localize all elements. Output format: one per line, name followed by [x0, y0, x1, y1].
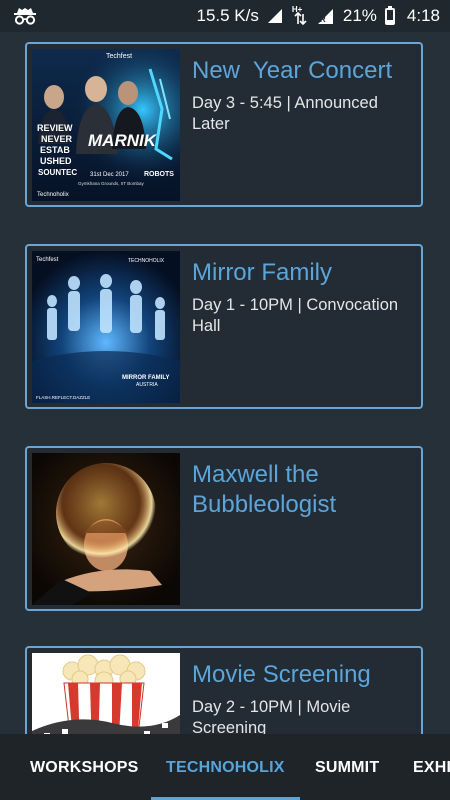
roaming-badge: R — [319, 15, 326, 24]
network-speed: 15.5 K/s — [196, 6, 259, 25]
event-poster-maxwell — [32, 453, 180, 605]
poster-venue-line: Gymkhana Grounds, IIT Bombay — [78, 181, 144, 186]
event-subtitle: Day 3 - 5:45 | Announced Later — [192, 94, 378, 133]
mirror-family-poster-art: Techfest TECHNOHOLIX MIRROR FAMILY AUSTR… — [32, 251, 180, 403]
poster-brand: Techfest — [36, 257, 59, 263]
poster-date-line: 31st Dec 2017 — [90, 172, 129, 178]
concert-poster-art: Techfest REVIEW NEVER ESTAB USHED MARNIK… — [32, 49, 180, 201]
status-bar: 15.5 K/s H+ R 21% 4:18 — [0, 0, 450, 32]
signal-roaming-icon: R — [317, 7, 335, 25]
poster-side-text-2: NEVER — [41, 134, 73, 144]
incognito-icon — [12, 6, 38, 31]
tab-technoholix[interactable]: TECHNOHOLIX — [166, 759, 285, 777]
tab-exhibitions[interactable]: EXHI — [413, 759, 450, 777]
event-subtitle: Day 2 - 10PM | Movie Screening — [192, 698, 351, 734]
popcorn-poster-art — [32, 653, 180, 734]
event-title: New Year Concert — [192, 57, 393, 84]
signal-icon — [267, 8, 283, 24]
event-poster-new-year-concert: Techfest REVIEW NEVER ESTAB USHED MARNIK… — [32, 49, 180, 201]
event-title: Maxwell the Bubbleologist — [192, 461, 337, 518]
event-title: Movie Screening — [192, 661, 371, 688]
event-card-mirror-family[interactable]: Techfest TECHNOHOLIX MIRROR FAMILY AUSTR… — [25, 244, 423, 409]
poster-country: AUSTRIA — [136, 382, 158, 388]
poster-side-text-3: ESTAB — [40, 145, 70, 155]
poster-footer: Technoholix — [37, 192, 69, 198]
poster-tagline: FLASH.REFLECT.DAZZLE — [36, 395, 90, 400]
poster-top-right: TECHNOHOLIX — [128, 258, 165, 264]
event-poster-movie-screening — [32, 653, 180, 734]
event-poster-mirror-family: Techfest TECHNOHOLIX MIRROR FAMILY AUSTR… — [32, 251, 180, 403]
poster-support-left: SOUNTEC — [38, 168, 77, 177]
clock: 4:18 — [406, 6, 440, 25]
category-tab-bar: WORKSHOPS TECHNOHOLIX SUMMIT EXHI — [0, 734, 450, 800]
tab-summit[interactable]: SUMMIT — [315, 759, 379, 777]
poster-side-text-4: USHED — [40, 156, 72, 166]
poster-headliner: MARNIK — [88, 131, 158, 150]
data-arrows-icon: H+ — [291, 4, 309, 28]
event-title: Mirror Family — [192, 259, 332, 286]
tab-workshops[interactable]: WORKSHOPS — [30, 759, 138, 777]
poster-side-text-1: REVIEW — [37, 123, 73, 133]
event-card-new-year-concert[interactable]: Techfest REVIEW NEVER ESTAB USHED MARNIK… — [25, 42, 423, 207]
battery-percent: 21% — [342, 6, 377, 25]
event-subtitle: Day 1 - 10PM | Convocation Hall — [192, 296, 399, 335]
bubble-poster-art — [32, 453, 180, 605]
event-list[interactable]: Techfest REVIEW NEVER ESTAB USHED MARNIK… — [0, 32, 450, 734]
event-card-maxwell-bubbleologist[interactable]: Maxwell the Bubbleologist — [25, 446, 423, 611]
event-card-movie-screening[interactable]: Movie Screening Day 2 - 10PM | Movie Scr… — [25, 646, 423, 734]
battery-icon — [384, 5, 395, 25]
poster-support-right: ROBOTS — [144, 171, 174, 178]
poster-brand: Techfest — [106, 53, 132, 60]
poster-name: MIRROR FAMILY — [122, 375, 169, 381]
